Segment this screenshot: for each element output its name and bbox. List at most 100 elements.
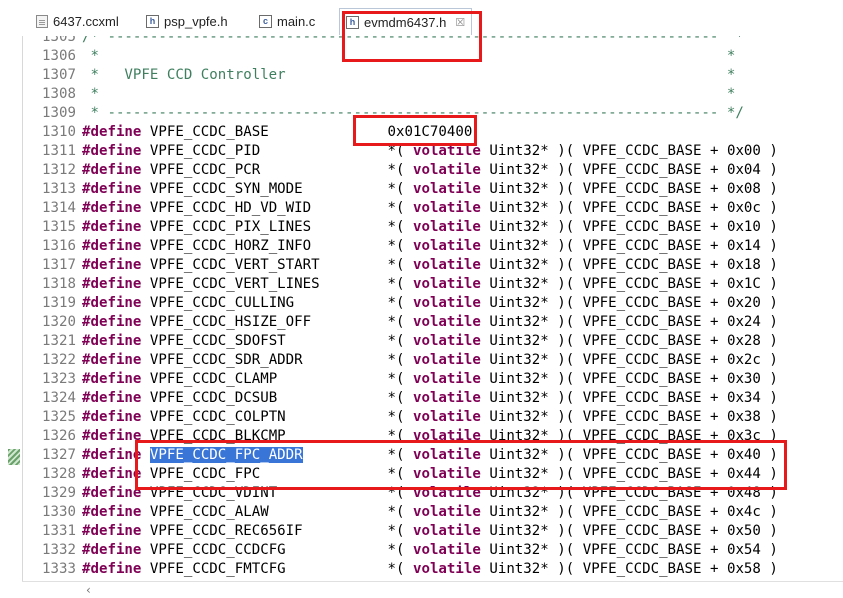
type-name: Uint32* bbox=[480, 333, 558, 349]
deref-open: *( bbox=[387, 352, 413, 368]
offset-value: 0x10 bbox=[726, 219, 761, 235]
offset-value: 0x14 bbox=[726, 238, 761, 254]
code-line[interactable]: 1321 #define VPFE_CCDC_SDOFST *( volatile… bbox=[42, 332, 778, 351]
type-name: Uint32* bbox=[480, 409, 558, 425]
macro-name: VPFE_CCDC_FPC bbox=[149, 466, 261, 482]
line-number: 1308 bbox=[42, 86, 76, 102]
define-keyword: #define bbox=[82, 504, 142, 520]
paren-close: ) bbox=[760, 542, 778, 558]
base-ref: VPFE_CCDC_BASE + bbox=[582, 352, 727, 368]
code-line[interactable]: 1325 #define VPFE_CCDC_COLPTN *( volatile… bbox=[42, 408, 778, 427]
comment-text: * --------------------------------------… bbox=[82, 105, 744, 121]
paren-close: ) bbox=[760, 314, 778, 330]
deref-open: *( bbox=[387, 485, 413, 501]
macro-name: VPFE_CCDC_HSIZE_OFF bbox=[149, 314, 312, 330]
line-number: 1330 bbox=[42, 504, 76, 520]
define-keyword: #define bbox=[82, 409, 142, 425]
paren-close: ) bbox=[760, 295, 778, 311]
offset-value: 0x30 bbox=[726, 371, 761, 387]
deref-open: *( bbox=[387, 447, 413, 463]
base-ref: VPFE_CCDC_BASE + bbox=[582, 485, 727, 501]
define-keyword: #define bbox=[82, 466, 142, 482]
scroll-left-icon[interactable]: ‹ bbox=[86, 583, 91, 597]
macro-name: VPFE_CCDC_CULLING bbox=[149, 295, 295, 311]
code-line[interactable]: 1332 #define VPFE_CCDC_CCDCFG *( volatile… bbox=[42, 541, 778, 560]
code-line[interactable]: 1330 #define VPFE_CCDC_ALAW *( volatile U… bbox=[42, 503, 778, 522]
code-line[interactable]: 1310 #define VPFE_CCDC_BASE 0x01C70400 bbox=[42, 123, 472, 142]
deref-open: *( bbox=[387, 428, 413, 444]
type-name: Uint32* bbox=[480, 276, 558, 292]
code-line[interactable]: 1311 #define VPFE_CCDC_PID *( volatile Ui… bbox=[42, 142, 778, 161]
code-line[interactable]: 1314 #define VPFE_CCDC_HD_VD_WID *( volat… bbox=[42, 199, 778, 218]
line-number: 1331 bbox=[42, 523, 76, 539]
code-line[interactable]: 1324 #define VPFE_CCDC_DCSUB *( volatile … bbox=[42, 389, 778, 408]
deref-open: *( bbox=[387, 314, 413, 330]
tab-6437-ccxml[interactable]: 6437.ccxml bbox=[36, 10, 119, 32]
code-line[interactable]: 1331 #define VPFE_CCDC_REC656IF *( volati… bbox=[42, 522, 778, 541]
code-line[interactable]: 1326 #define VPFE_CCDC_BLKCMP *( volatile… bbox=[42, 427, 778, 446]
code-line[interactable]: 1333 #define VPFE_CCDC_FMTCFG *( volatile… bbox=[42, 560, 778, 579]
code-line[interactable]: 1319 #define VPFE_CCDC_CULLING *( volatil… bbox=[42, 294, 778, 313]
tab-evmdm6437-h[interactable]: h evmdm6437.h ☒ bbox=[339, 8, 473, 35]
base-ref: VPFE_CCDC_BASE + bbox=[582, 181, 727, 197]
horizontal-scrollbar[interactable]: ‹ bbox=[22, 581, 843, 598]
code-line[interactable]: 1320 #define VPFE_CCDC_HSIZE_OFF *( volat… bbox=[42, 313, 778, 332]
cast-close: )( bbox=[557, 504, 583, 520]
macro-value: 0x01C70400 bbox=[387, 124, 473, 140]
code-line[interactable]: 1313 #define VPFE_CCDC_SYN_MODE *( volati… bbox=[42, 180, 778, 199]
code-line[interactable]: 1308 * * bbox=[42, 85, 735, 104]
code-line[interactable]: 1306 * * bbox=[42, 47, 735, 66]
paren-close: ) bbox=[760, 200, 778, 216]
tab-label: psp_vpfe.h bbox=[164, 13, 228, 29]
line-number: 1333 bbox=[42, 561, 76, 577]
code-line[interactable]: 1329 #define VPFE_CCDC_VDINT *( volatile … bbox=[42, 484, 778, 503]
code-line[interactable]: 1327 #define VPFE_CCDC_FPC_ADDR *( volati… bbox=[42, 446, 778, 465]
comment-text: * VPFE CCD Controller * bbox=[82, 67, 736, 83]
line-number: 1316 bbox=[42, 238, 76, 254]
type-name: Uint32* bbox=[480, 523, 558, 539]
line-number: 1326 bbox=[42, 428, 76, 444]
deref-open: *( bbox=[387, 561, 413, 577]
code-line[interactable]: 1305 /* ---------------------------------… bbox=[42, 36, 744, 47]
close-icon[interactable]: ☒ bbox=[455, 16, 465, 29]
code-line[interactable]: 1318 #define VPFE_CCDC_VERT_LINES *( vola… bbox=[42, 275, 778, 294]
code-line[interactable]: 1322 #define VPFE_CCDC_SDR_ADDR *( volati… bbox=[42, 351, 778, 370]
code-line[interactable]: 1317 #define VPFE_CCDC_VERT_START *( vola… bbox=[42, 256, 778, 275]
code-line[interactable]: 1316 #define VPFE_CCDC_HORZ_INFO *( volat… bbox=[42, 237, 778, 256]
code-line[interactable]: 1323 #define VPFE_CCDC_CLAMP *( volatile … bbox=[42, 370, 778, 389]
tab-psp-vpfe-h[interactable]: h psp_vpfe.h bbox=[146, 10, 228, 32]
line-number: 1319 bbox=[42, 295, 76, 311]
line-number: 1327 bbox=[42, 447, 76, 463]
code-line[interactable]: 1307 * VPFE CCD Controller * bbox=[42, 66, 735, 85]
macro-name: VPFE_CCDC_FPC_ADDR bbox=[149, 447, 303, 463]
code-editor[interactable]: 1305 /* ---------------------------------… bbox=[22, 36, 843, 581]
offset-value: 0x08 bbox=[726, 181, 761, 197]
code-line[interactable]: 1309 * ---------------------------------… bbox=[42, 104, 744, 123]
macro-name: VPFE_CCDC_VDINT bbox=[149, 485, 278, 501]
line-number: 1320 bbox=[42, 314, 76, 330]
deref-open: *( bbox=[387, 276, 413, 292]
volatile-keyword: volatile bbox=[412, 276, 481, 292]
line-number: 1314 bbox=[42, 200, 76, 216]
line-number: 1317 bbox=[42, 257, 76, 273]
tab-main-c[interactable]: c main.c bbox=[259, 10, 315, 32]
cast-close: )( bbox=[557, 276, 583, 292]
code-line[interactable]: 1315 #define VPFE_CCDC_PIX_LINES *( volat… bbox=[42, 218, 778, 237]
cast-close: )( bbox=[557, 219, 583, 235]
cast-close: )( bbox=[557, 352, 583, 368]
cast-close: )( bbox=[557, 143, 583, 159]
base-ref: VPFE_CCDC_BASE + bbox=[582, 295, 727, 311]
macro-name: VPFE_CCDC_BLKCMP bbox=[149, 428, 286, 444]
code-line[interactable]: 1312 #define VPFE_CCDC_PCR *( volatile Ui… bbox=[42, 161, 778, 180]
type-name: Uint32* bbox=[480, 447, 558, 463]
base-ref: VPFE_CCDC_BASE + bbox=[582, 371, 727, 387]
base-ref: VPFE_CCDC_BASE + bbox=[582, 428, 727, 444]
base-ref: VPFE_CCDC_BASE + bbox=[582, 219, 727, 235]
code-line[interactable]: 1328 #define VPFE_CCDC_FPC *( volatile Ui… bbox=[42, 465, 778, 484]
define-keyword: #define bbox=[82, 447, 142, 463]
